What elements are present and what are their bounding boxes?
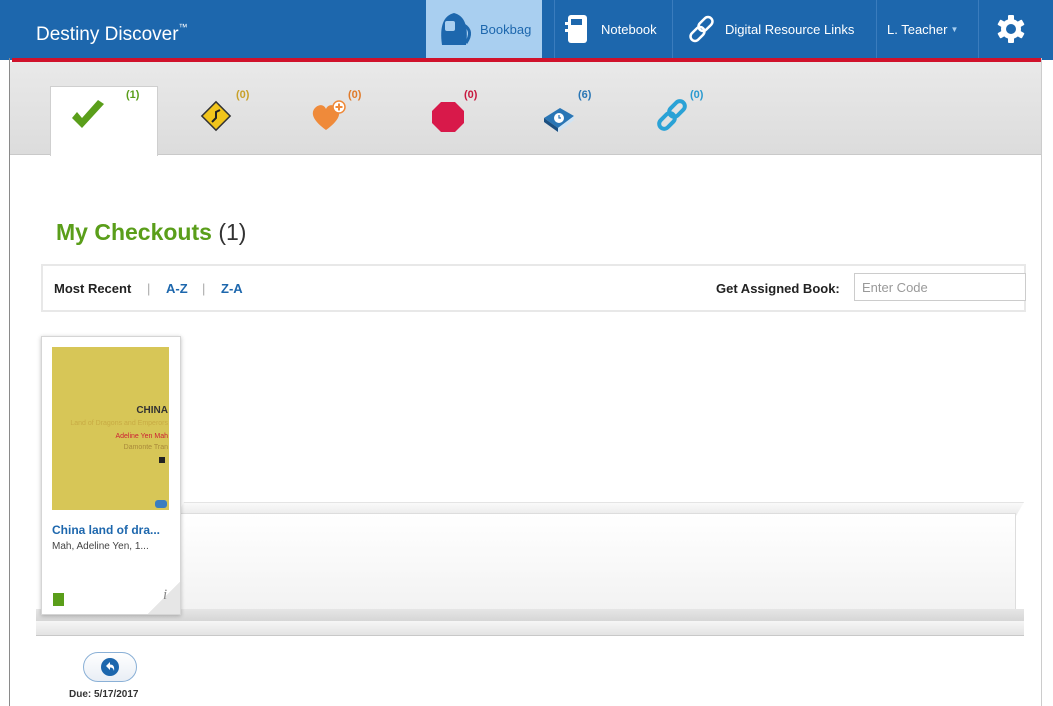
stop-sign-icon[interactable] bbox=[428, 98, 468, 134]
book-title[interactable]: China land of dra... bbox=[52, 523, 176, 537]
cover-subtitle: Land of Dragons and Emperors bbox=[70, 420, 168, 427]
page-title: My Checkouts (1) bbox=[56, 219, 246, 246]
nav-notebook[interactable]: Notebook bbox=[554, 0, 666, 58]
publisher-logo bbox=[155, 500, 167, 508]
book-clock-icon[interactable] bbox=[540, 98, 580, 134]
sort-most-recent[interactable]: Most Recent bbox=[54, 281, 131, 296]
assigned-book-label: Get Assigned Book: bbox=[716, 281, 840, 296]
user-menu[interactable]: L. Teacher ▼ bbox=[876, 0, 976, 58]
tab-links-count: (0) bbox=[690, 89, 704, 101]
cover-title: CHINA bbox=[136, 405, 168, 416]
nav-bookbag[interactable]: Bookbag bbox=[426, 0, 542, 58]
tab-history-count: (6) bbox=[578, 89, 592, 101]
info-icon[interactable]: i bbox=[163, 587, 167, 604]
sort-a-z[interactable]: A-Z bbox=[166, 281, 188, 296]
sort-separator: | bbox=[202, 281, 206, 296]
page-right-border bbox=[1041, 58, 1042, 706]
gear-icon bbox=[997, 15, 1024, 43]
nav-links-label: Digital Resource Links bbox=[725, 21, 855, 37]
checkmark-icon[interactable] bbox=[68, 98, 108, 134]
page-title-count: (1) bbox=[218, 219, 247, 245]
sort-separator: | bbox=[147, 281, 151, 296]
tab-holds-count: (0) bbox=[464, 89, 478, 101]
nav-digital-resource-links[interactable]: Digital Resource Links bbox=[672, 0, 874, 58]
chain-link-icon bbox=[689, 15, 714, 43]
cover-mark bbox=[159, 457, 165, 463]
tab-road-count: (0) bbox=[236, 89, 250, 101]
app-brand[interactable]: Destiny Discover™ bbox=[36, 22, 188, 46]
page-left-border bbox=[9, 58, 10, 706]
nav-bookbag-label: Bookbag bbox=[480, 21, 532, 37]
shelf-back bbox=[178, 513, 1016, 613]
return-button[interactable] bbox=[83, 652, 137, 682]
road-sign-icon[interactable] bbox=[196, 98, 236, 134]
sort-z-a[interactable]: Z-A bbox=[221, 281, 243, 296]
shelf-ledge bbox=[36, 609, 1024, 621]
link-icon[interactable] bbox=[654, 98, 694, 134]
brand-name: Destiny Discover bbox=[36, 24, 179, 45]
cover-illustrator: Damonte Tran bbox=[123, 444, 168, 451]
trademark: ™ bbox=[178, 22, 188, 32]
notebook-icon bbox=[565, 15, 587, 43]
cover-author: Adeline Yen Mah bbox=[115, 433, 168, 440]
tab-wishlist-count: (0) bbox=[348, 89, 362, 101]
assigned-code-input[interactable] bbox=[854, 273, 1026, 301]
book-cover[interactable]: CHINA Land of Dragons and Emperors Adeli… bbox=[52, 347, 169, 510]
nav-notebook-label: Notebook bbox=[601, 21, 657, 37]
return-arrow-icon bbox=[101, 658, 119, 676]
settings-button[interactable] bbox=[978, 0, 1042, 58]
user-name: L. Teacher bbox=[887, 21, 948, 37]
tab-checkouts-count: (1) bbox=[126, 89, 140, 101]
shelf-front bbox=[36, 621, 1024, 636]
heart-plus-icon[interactable] bbox=[308, 98, 348, 134]
due-date: Due: 5/17/2017 bbox=[69, 689, 139, 700]
ebook-icon bbox=[53, 593, 64, 606]
bookbag-tab-strip bbox=[10, 62, 1041, 155]
backpack-icon bbox=[441, 13, 471, 45]
page-title-text: My Checkouts bbox=[56, 219, 212, 245]
chevron-down-icon: ▼ bbox=[950, 24, 959, 34]
book-author: Mah, Adeline Yen, 1... bbox=[52, 541, 149, 552]
